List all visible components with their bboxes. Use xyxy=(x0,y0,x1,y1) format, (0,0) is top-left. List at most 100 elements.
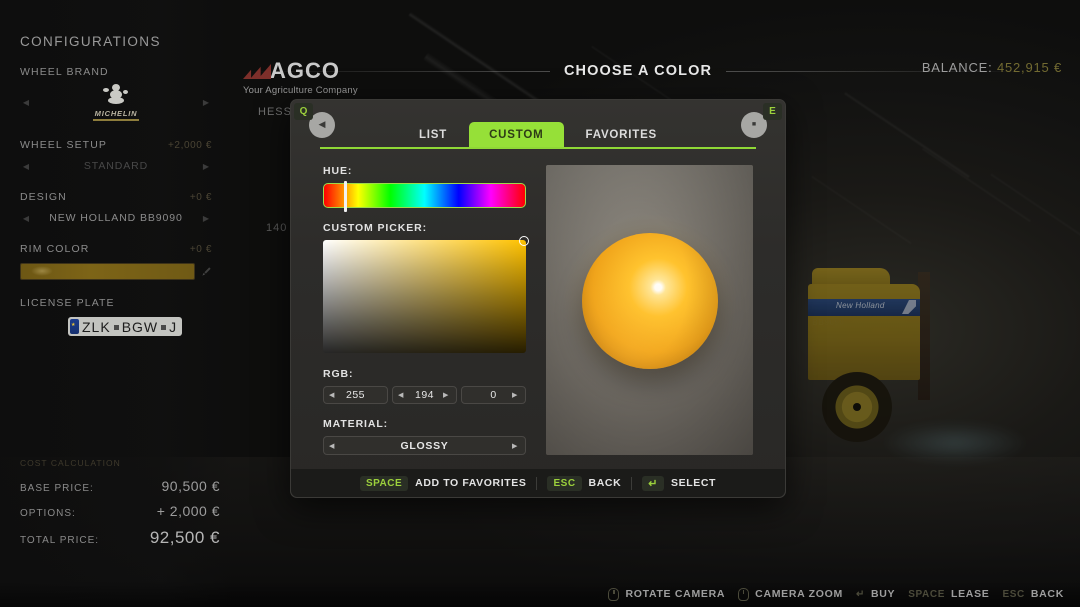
license-plate[interactable]: ZLKBGWJ xyxy=(68,317,183,336)
stepper-right-icon[interactable]: ▶ xyxy=(443,391,451,399)
color-controls-column: HUE: CUSTOM PICKER: RGB: ◀ 255 ▶ ◀ 194 ▶ xyxy=(323,165,529,455)
rim-color-swatch[interactable] xyxy=(20,263,195,280)
hint-label-add-to-favorites: ADD TO FAVORITES xyxy=(415,477,527,489)
cost-value-base: 90,500 € xyxy=(161,478,220,494)
hud-label-camera-zoom: CAMERA ZOOM xyxy=(755,588,843,600)
config-prev-design[interactable]: ◀ xyxy=(20,214,32,223)
key-enter-icon: ↵ xyxy=(642,475,664,491)
rgb-red-stepper[interactable]: ◀ 255 ▶ xyxy=(323,386,388,404)
vehicle-preview: New Holland BB9090 xyxy=(800,262,1030,464)
hint-add-to-favorites[interactable]: SPACE ADD TO FAVORITES xyxy=(359,475,527,491)
machine-brand-text: New Holland xyxy=(836,301,885,310)
config-group-design: DESIGN +0 € ◀ NEW HOLLAND BB9090 ▶ xyxy=(20,191,212,226)
tab-underline xyxy=(320,147,756,149)
machine-brand-stripe: New Holland xyxy=(808,299,920,316)
eu-band-icon xyxy=(70,319,79,334)
chevron-left-icon: ◀ xyxy=(318,119,326,129)
rgb-inputs: ◀ 255 ▶ ◀ 194 ▶ ◀ 0 ▶ xyxy=(323,386,526,404)
material-selector[interactable]: ◀ GLOSSY ▶ xyxy=(323,436,526,455)
config-price-wheel-setup: +2,000 € xyxy=(167,140,212,151)
hint-separator xyxy=(536,476,538,490)
balance-label: BALANCE: xyxy=(921,60,993,75)
stepper-right-icon[interactable]: ▶ xyxy=(512,391,520,399)
floor-light-glow xyxy=(880,422,1030,464)
hud-lease[interactable]: SPACE LEASE xyxy=(908,588,989,600)
stepper-right-icon[interactable]: ▶ xyxy=(512,442,520,450)
machine-wheel xyxy=(822,372,892,442)
square-right-icon: ■ xyxy=(751,121,757,128)
dialog-tab-bar: Q E ◀ LIST CUSTOM FAVORITES ■ xyxy=(291,100,785,149)
stepper-left-icon[interactable]: ◀ xyxy=(398,391,406,399)
config-label-rim-color: RIM COLOR xyxy=(20,243,90,255)
key-enter-icon: ↵ xyxy=(855,588,865,600)
agco-logo: AGCO Your Agriculture Company xyxy=(243,58,371,96)
hue-slider-handle[interactable] xyxy=(344,181,347,212)
balance-value: 452,915 € xyxy=(996,60,1062,75)
michelin-logo: MICHELIN xyxy=(32,83,200,121)
cost-label-total: TOTAL PRICE: xyxy=(20,535,100,546)
tab-custom-option[interactable]: CUSTOM xyxy=(469,122,564,149)
rgb-label: RGB: xyxy=(323,368,354,380)
config-prev-wheel-brand[interactable]: ◀ xyxy=(20,98,32,107)
cost-label-base: BASE PRICE: xyxy=(20,483,94,494)
cost-row-total: TOTAL PRICE: 92,500 € xyxy=(20,528,220,548)
michelin-man-icon xyxy=(103,83,129,108)
stepper-left-icon[interactable]: ◀ xyxy=(329,442,337,450)
config-prev-wheel-setup[interactable]: ◀ xyxy=(20,162,32,171)
config-next-design[interactable]: ▶ xyxy=(200,214,212,223)
hud-back[interactable]: ESC BACK xyxy=(1002,588,1064,600)
hue-slider[interactable] xyxy=(323,181,526,212)
key-space: SPACE xyxy=(359,475,409,491)
hud-buy[interactable]: ↵ BUY xyxy=(856,588,895,600)
cost-calculation-panel: COST CALCULATION BASE PRICE: 90,500 € OP… xyxy=(20,458,220,557)
config-label-wheel-setup: WHEEL SETUP xyxy=(20,139,107,151)
agco-tagline: Your Agriculture Company xyxy=(243,85,358,96)
preview-vignette xyxy=(546,165,753,455)
dialog-footer: SPACE ADD TO FAVORITES ESC BACK ↵ SELECT xyxy=(291,469,785,497)
hud-camera-zoom[interactable]: CAMERA ZOOM xyxy=(738,587,843,601)
sidebar-title: CONFIGURATIONS xyxy=(20,34,161,49)
rgb-blue-value: 0 xyxy=(490,389,497,401)
key-esc: ESC xyxy=(547,475,582,491)
hud-label-lease: LEASE xyxy=(950,588,990,600)
michelin-wordmark: MICHELIN xyxy=(94,108,138,118)
key-esc: ESC xyxy=(1002,588,1025,600)
leaf-icon xyxy=(902,300,916,314)
rgb-green-stepper[interactable]: ◀ 194 ▶ xyxy=(392,386,457,404)
config-group-rim-color: RIM COLOR +0 € xyxy=(20,243,212,280)
machine-model-text: BB9090 xyxy=(812,318,845,327)
config-label-wheel-brand: WHEEL BRAND xyxy=(20,66,109,78)
michelin-underline xyxy=(93,118,139,121)
config-group-wheel-brand: WHEEL BRAND ◀ MICHELIN ▶ xyxy=(20,66,212,122)
hint-separator xyxy=(631,476,633,490)
tab-favorites-option[interactable]: FAVORITES xyxy=(566,122,678,149)
config-label-license-plate: LICENSE PLATE xyxy=(20,297,115,309)
config-value-design: NEW HOLLAND BB9090 xyxy=(49,212,183,224)
agco-triangle-icon xyxy=(243,63,271,79)
tab-list-option[interactable]: LIST xyxy=(399,122,467,149)
light-streak xyxy=(810,175,913,245)
config-value-wheel-setup: STANDARD xyxy=(83,160,149,172)
rgb-blue-stepper[interactable]: ◀ 0 ▶ xyxy=(461,386,526,404)
material-value: GLOSSY xyxy=(400,439,449,452)
hud-label-buy: BUY xyxy=(870,588,896,600)
dialog-body: HUE: CUSTOM PICKER: RGB: ◀ 255 ▶ ◀ 194 ▶ xyxy=(291,149,785,455)
picker-cursor[interactable] xyxy=(518,236,529,247)
hint-back[interactable]: ESC BACK xyxy=(547,475,621,491)
hud-label-back: BACK xyxy=(1030,588,1064,600)
stepper-left-icon[interactable]: ◀ xyxy=(329,391,337,399)
key-space: SPACE xyxy=(908,588,945,600)
cost-label-options: OPTIONS: xyxy=(20,508,76,519)
hint-select[interactable]: ↵ SELECT xyxy=(642,475,716,491)
config-group-license-plate: LICENSE PLATE ZLKBGWJ xyxy=(20,297,212,339)
config-next-wheel-brand[interactable]: ▶ xyxy=(200,98,212,107)
rgb-red-value: 255 xyxy=(345,389,366,401)
key-badge-e: E xyxy=(763,103,782,120)
config-next-wheel-setup[interactable]: ▶ xyxy=(200,162,212,171)
cost-value-options: + 2,000 € xyxy=(156,503,220,519)
config-label-design: DESIGN xyxy=(20,191,67,203)
page-title: CHOOSE A COLOR xyxy=(563,63,713,79)
saturation-value-picker[interactable] xyxy=(323,236,529,353)
hud-rotate-camera[interactable]: ROTATE CAMERA xyxy=(608,587,725,601)
config-price-design: +0 € xyxy=(189,192,212,203)
